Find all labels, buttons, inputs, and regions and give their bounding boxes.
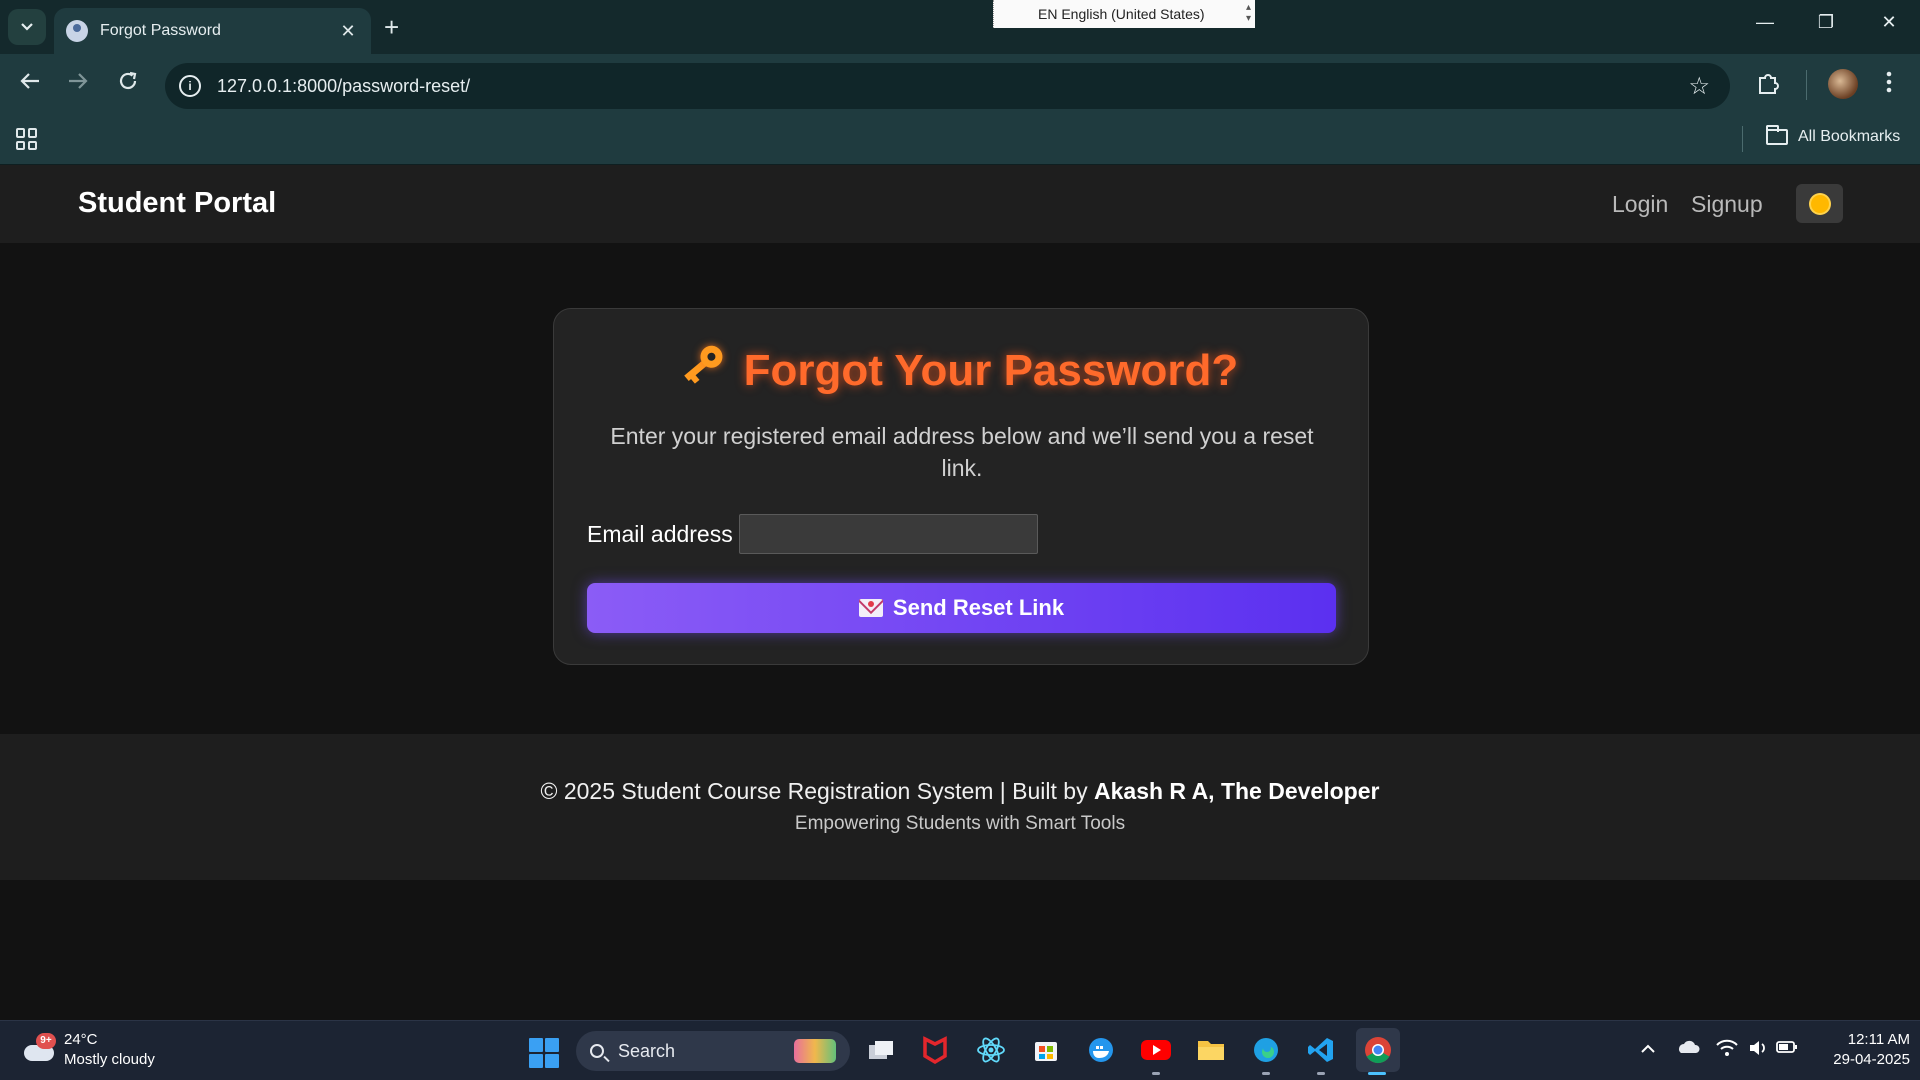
volume-icon[interactable] bbox=[1748, 1039, 1768, 1062]
footer-copyright-text: © 2025 Student Course Registration Syste… bbox=[540, 778, 1094, 804]
brand-logo[interactable]: Student Portal bbox=[78, 187, 276, 220]
card-title: Forgot Your Password? bbox=[554, 341, 1368, 396]
reload-button[interactable] bbox=[112, 70, 144, 99]
start-button[interactable] bbox=[529, 1038, 559, 1068]
onedrive-icon[interactable] bbox=[1676, 1039, 1700, 1060]
all-bookmarks-button[interactable]: All Bookmarks bbox=[1766, 125, 1901, 146]
site-footer: © 2025 Student Course Registration Syste… bbox=[0, 734, 1920, 880]
all-bookmarks-label: All Bookmarks bbox=[1798, 128, 1901, 145]
chrome-icon[interactable] bbox=[1356, 1028, 1400, 1072]
more-vertical-icon bbox=[1886, 71, 1892, 93]
apps-grid-icon[interactable] bbox=[16, 128, 38, 150]
send-reset-link-label: Send Reset Link bbox=[892, 595, 1065, 620]
search-highlight-icon bbox=[794, 1039, 836, 1063]
weather-widget[interactable]: 9+ bbox=[22, 1033, 56, 1063]
browser-chrome: Forgot Password ✕ + EN English (United S… bbox=[0, 0, 1920, 165]
send-reset-link-button[interactable]: Send Reset Link bbox=[587, 583, 1336, 633]
email-input[interactable] bbox=[738, 514, 1038, 554]
puzzle-icon bbox=[1759, 74, 1779, 94]
bookmarks-bar: All Bookmarks bbox=[0, 116, 1920, 165]
restore-button[interactable]: ❐ bbox=[1806, 12, 1846, 33]
new-tab-button[interactable]: + bbox=[384, 12, 399, 43]
email-field-row: Email address bbox=[587, 514, 1038, 554]
folder-icon bbox=[1766, 125, 1788, 145]
site-info-icon[interactable]: i bbox=[179, 75, 201, 97]
weather-description[interactable]: Mostly cloudy bbox=[64, 1051, 155, 1068]
browser-toolbar: i 127.0.0.1:8000/password-reset/ ☆ bbox=[0, 54, 1920, 116]
address-url[interactable]: 127.0.0.1:8000/password-reset/ bbox=[217, 76, 470, 97]
react-icon[interactable] bbox=[974, 1033, 1008, 1067]
arrow-right-icon bbox=[69, 73, 88, 89]
card-description: Enter your registered email address belo… bbox=[610, 423, 1314, 481]
address-bar[interactable]: i 127.0.0.1:8000/password-reset/ ☆ bbox=[165, 63, 1730, 109]
taskbar-search[interactable]: Search bbox=[576, 1031, 850, 1071]
bookmarks-divider bbox=[1742, 126, 1743, 152]
minimize-button[interactable]: — bbox=[1745, 12, 1785, 33]
edge-icon[interactable] bbox=[1249, 1033, 1283, 1067]
running-indicator bbox=[1317, 1072, 1325, 1075]
mail-icon bbox=[858, 599, 883, 617]
site-navbar: Student Portal Login Signup bbox=[0, 165, 1920, 243]
youtube-icon[interactable] bbox=[1139, 1033, 1173, 1067]
browser-menu-button[interactable] bbox=[1886, 70, 1892, 101]
running-indicator bbox=[1262, 1072, 1270, 1075]
show-hidden-icons-button[interactable] bbox=[1640, 1039, 1656, 1060]
card-title-text: Forgot Your Password? bbox=[743, 346, 1239, 395]
file-explorer-icon[interactable] bbox=[1194, 1033, 1228, 1067]
weather-badge: 9+ bbox=[36, 1033, 56, 1049]
reset-password-card: Forgot Your Password? Enter your registe… bbox=[553, 308, 1369, 665]
battery-icon[interactable] bbox=[1776, 1039, 1798, 1060]
nav-signup-link[interactable]: Signup bbox=[1691, 191, 1763, 218]
running-indicator bbox=[1152, 1072, 1160, 1075]
extensions-button[interactable] bbox=[1756, 70, 1782, 103]
mcafee-icon[interactable] bbox=[918, 1033, 952, 1067]
taskbar-search-label: Search bbox=[618, 1040, 676, 1061]
language-bar-options-icon[interactable]: ▴ ▾ bbox=[1246, 2, 1251, 24]
main-content: Forgot Your Password? Enter your registe… bbox=[0, 243, 1920, 734]
window-close-button[interactable]: ✕ bbox=[1869, 12, 1909, 33]
tab-favicon-icon bbox=[66, 20, 88, 42]
footer-tagline: Empowering Students with Smart Tools bbox=[794, 813, 1126, 834]
reload-icon bbox=[119, 71, 137, 90]
search-icon bbox=[590, 1044, 604, 1058]
language-bar[interactable]: EN English (United States) ▴ ▾ bbox=[993, 0, 1255, 28]
profile-avatar[interactable] bbox=[1828, 69, 1858, 99]
language-label: EN English (United States) bbox=[1038, 6, 1205, 22]
task-view-icon[interactable] bbox=[864, 1033, 898, 1067]
vscode-icon[interactable] bbox=[1304, 1033, 1338, 1067]
tab-title: Forgot Password bbox=[100, 22, 221, 39]
back-button[interactable] bbox=[14, 70, 46, 98]
footer-copyright: © 2025 Student Course Registration Syste… bbox=[0, 778, 1920, 805]
chevron-down-icon bbox=[21, 23, 33, 31]
footer-author: Akash R A, The Developer bbox=[1094, 778, 1380, 804]
microsoft-store-icon[interactable] bbox=[1029, 1033, 1063, 1067]
windows-taskbar: 9+ 24°C Mostly cloudy Search 12:11 AM 29… bbox=[0, 1020, 1920, 1080]
theme-toggle-button[interactable] bbox=[1796, 184, 1843, 223]
running-indicator-active bbox=[1368, 1072, 1386, 1075]
arrow-left-icon bbox=[20, 73, 39, 89]
clock-date[interactable]: 29-04-2025 bbox=[1810, 1051, 1910, 1068]
tab-forgot-password[interactable]: Forgot Password ✕ bbox=[54, 8, 371, 54]
tab-close-icon[interactable]: ✕ bbox=[337, 21, 359, 42]
wifi-icon[interactable] bbox=[1716, 1039, 1738, 1062]
toolbar-divider bbox=[1806, 70, 1807, 100]
docker-icon[interactable] bbox=[1084, 1033, 1118, 1067]
forward-button[interactable] bbox=[62, 70, 94, 98]
key-icon bbox=[675, 335, 739, 398]
clock-time[interactable]: 12:11 AM bbox=[1810, 1031, 1910, 1048]
nav-login-link[interactable]: Login bbox=[1612, 191, 1668, 218]
bookmark-star-icon[interactable]: ☆ bbox=[1688, 72, 1710, 101]
tab-strip: Forgot Password ✕ + EN English (United S… bbox=[0, 0, 1920, 54]
weather-temperature[interactable]: 24°C bbox=[64, 1031, 98, 1048]
email-label: Email address bbox=[587, 520, 733, 547]
tab-search-button[interactable] bbox=[8, 9, 46, 45]
sun-icon bbox=[1810, 194, 1829, 213]
